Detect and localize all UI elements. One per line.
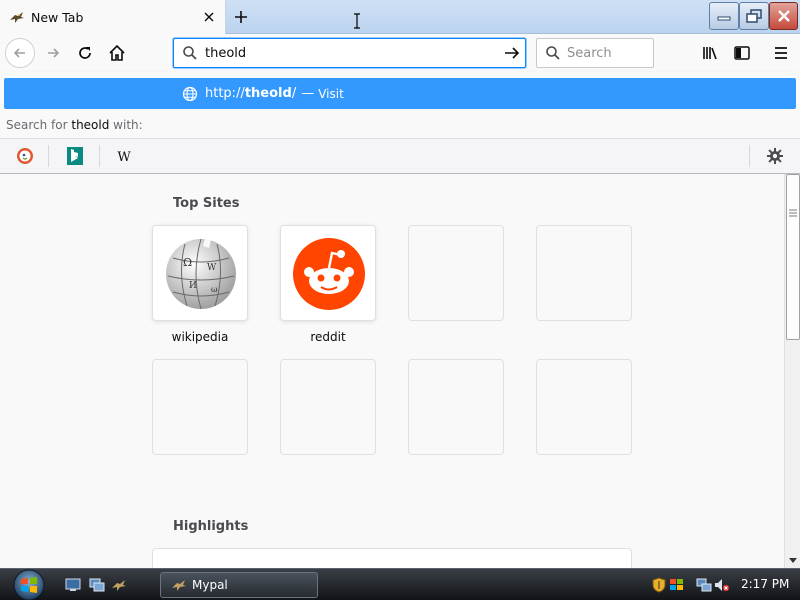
taskbar-window-label: Mypal	[192, 578, 228, 592]
wikipedia-globe-icon: Ω W И ω	[163, 236, 239, 316]
text-cursor-icon	[353, 13, 361, 29]
engine-divider	[99, 145, 100, 167]
vertical-scrollbar[interactable]	[784, 174, 800, 568]
go-arrow-icon[interactable]	[499, 40, 525, 66]
suggestion-url: http://theold/	[205, 86, 297, 101]
taskbar: Mypal 2:17 PM	[0, 568, 800, 600]
duckduckgo-icon[interactable]	[15, 146, 35, 166]
reload-button[interactable]	[70, 38, 100, 68]
search-placeholder: Search	[567, 45, 612, 61]
search-with-label: Search for theold with:	[6, 118, 143, 132]
scrollbar-thumb[interactable]	[786, 174, 800, 340]
suggestion-action: Visit	[318, 86, 344, 101]
mypal-bird-icon[interactable]	[110, 577, 128, 593]
new-tab-button[interactable]	[229, 5, 253, 29]
top-site-tile-wikipedia[interactable]: Ω W И ω	[152, 225, 248, 321]
new-tab-page: Top Sites Ω W И ω wikipedia reddit Highl…	[0, 174, 784, 568]
bing-icon[interactable]	[65, 146, 85, 166]
top-site-tile-reddit[interactable]	[280, 225, 376, 321]
svg-text:Ω: Ω	[183, 256, 192, 269]
minimize-button[interactable]	[709, 2, 739, 30]
top-site-label[interactable]: reddit	[280, 330, 376, 344]
restore-button[interactable]	[739, 2, 769, 30]
url-bar[interactable]: theold	[173, 38, 526, 68]
title-bar: New Tab	[0, 0, 800, 34]
library-button[interactable]	[696, 38, 726, 68]
engine-divider	[749, 145, 750, 167]
top-site-tile-empty[interactable]	[152, 359, 248, 455]
gear-icon[interactable]	[765, 146, 785, 166]
navigation-toolbar: theold Search	[0, 34, 800, 72]
back-button[interactable]	[5, 38, 35, 68]
mypal-bird-icon	[9, 9, 25, 25]
network-icon[interactable]	[696, 577, 712, 593]
switch-windows-icon[interactable]	[88, 577, 106, 593]
highlights-card[interactable]	[152, 548, 632, 568]
security-shield-icon[interactable]	[651, 577, 667, 593]
engine-divider	[48, 145, 49, 167]
taskbar-window-mypal[interactable]: Mypal	[160, 572, 318, 598]
autocomplete-suggestion[interactable]: http://theold/ — Visit	[4, 78, 796, 109]
menu-button[interactable]	[766, 38, 796, 68]
forward-button[interactable]	[38, 38, 68, 68]
scroll-down-arrow-icon[interactable]	[785, 554, 800, 568]
top-site-label[interactable]: wikipedia	[152, 330, 248, 344]
sidebar-toggle-button[interactable]	[727, 38, 757, 68]
start-orb-icon[interactable]	[9, 569, 49, 600]
svg-text:ω: ω	[211, 285, 218, 294]
svg-text:W: W	[207, 263, 217, 273]
top-site-tile-empty[interactable]	[536, 225, 632, 321]
taskbar-clock[interactable]: 2:17 PM	[741, 577, 789, 591]
search-engines-bar: W	[0, 138, 800, 173]
show-desktop-icon[interactable]	[64, 577, 82, 593]
search-icon	[544, 44, 562, 62]
top-site-tile-empty[interactable]	[408, 359, 504, 455]
autocomplete-popup: http://theold/ — Visit Search for theold…	[0, 72, 800, 174]
top-site-tile-empty[interactable]	[536, 359, 632, 455]
globe-icon	[181, 85, 199, 103]
url-input[interactable]: theold	[205, 46, 499, 61]
highlights-heading: Highlights	[173, 519, 249, 534]
windows-flag-icon[interactable]	[669, 577, 685, 593]
search-box[interactable]: Search	[536, 38, 654, 68]
wikipedia-icon[interactable]: W	[114, 146, 134, 166]
home-button[interactable]	[102, 38, 132, 68]
suggestion-separator: —	[301, 86, 315, 101]
top-sites-heading: Top Sites	[173, 196, 240, 211]
reddit-alien-icon	[291, 236, 367, 316]
volume-muted-icon[interactable]	[714, 577, 730, 593]
mypal-bird-icon	[171, 577, 187, 593]
top-site-tile-empty[interactable]	[408, 225, 504, 321]
top-site-tile-empty[interactable]	[280, 359, 376, 455]
svg-text:И: И	[189, 281, 197, 291]
tab-title: New Tab	[31, 9, 84, 25]
tab-new-tab[interactable]: New Tab	[0, 0, 226, 34]
close-window-button[interactable]	[769, 2, 798, 30]
svg-text:W: W	[117, 150, 131, 163]
search-icon	[181, 44, 199, 62]
close-tab-icon[interactable]	[199, 7, 219, 27]
